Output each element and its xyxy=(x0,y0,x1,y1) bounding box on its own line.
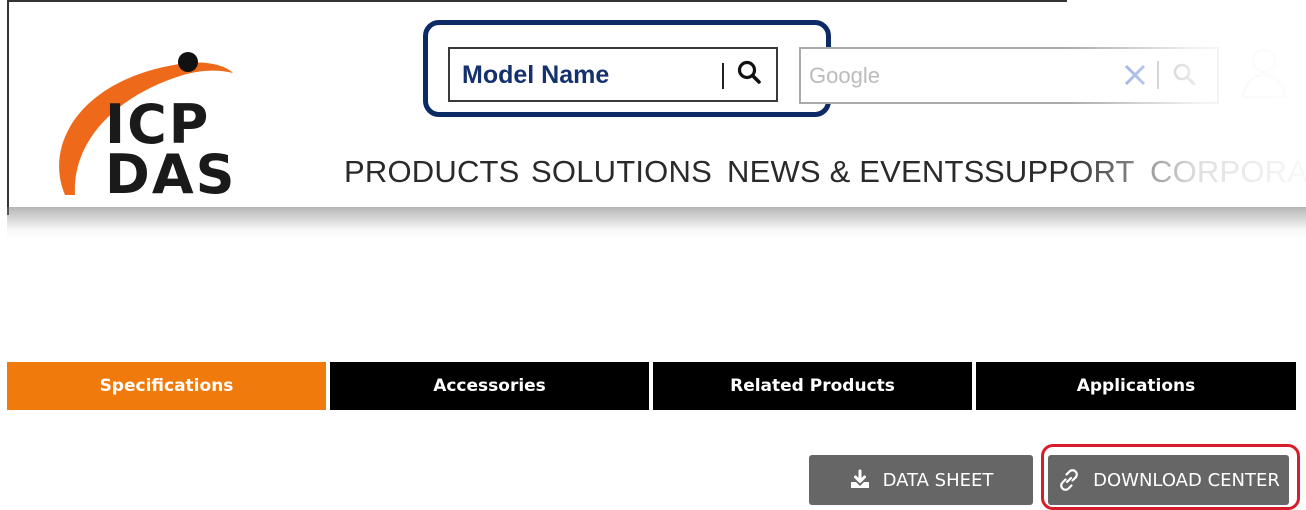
nav-item-news-events[interactable]: NEWS & EVENTS xyxy=(727,154,985,190)
header-frame-top xyxy=(7,0,1067,2)
nav-item-products[interactable]: PRODUCTS xyxy=(344,154,520,190)
logo-text: ICP DAS xyxy=(105,98,237,206)
header-shadow xyxy=(7,207,1306,238)
google-search-box xyxy=(799,47,1219,104)
search-icon xyxy=(1173,63,1196,86)
data-sheet-label: DATA SHEET xyxy=(882,469,994,491)
user-account-button[interactable] xyxy=(1239,45,1289,100)
download-center-highlight xyxy=(1041,444,1300,510)
google-search-divider xyxy=(1157,61,1159,89)
tab-accessories[interactable]: Accessories xyxy=(330,362,649,410)
clear-search-button[interactable] xyxy=(1123,63,1147,87)
logo-text-das: DAS xyxy=(105,143,237,206)
model-search-highlight xyxy=(423,20,831,117)
clear-icon xyxy=(1124,64,1146,86)
tab-specifications[interactable]: Specifications xyxy=(7,362,326,410)
google-search-button[interactable] xyxy=(1171,61,1199,89)
header-frame-left xyxy=(7,0,9,215)
google-search-input[interactable] xyxy=(809,61,1109,91)
download-icon xyxy=(850,469,869,488)
user-icon xyxy=(1241,48,1287,99)
data-sheet-button[interactable]: DATA SHEET xyxy=(809,455,1033,505)
nav-item-solutions[interactable]: SOLUTIONS xyxy=(531,154,712,190)
product-tabs: Specifications Accessories Related Produ… xyxy=(7,362,1296,410)
nav-item-support[interactable]: SUPPORT xyxy=(984,154,1135,190)
tab-related-products[interactable]: Related Products xyxy=(653,362,972,410)
tab-applications[interactable]: Applications xyxy=(976,362,1296,410)
nav-item-corporate[interactable]: CORPORA xyxy=(1150,154,1306,190)
site-header: ICP DAS Model Name Google PRODUCTS SOLUT… xyxy=(7,0,1306,238)
icpdas-logo[interactable]: ICP DAS xyxy=(47,45,247,215)
